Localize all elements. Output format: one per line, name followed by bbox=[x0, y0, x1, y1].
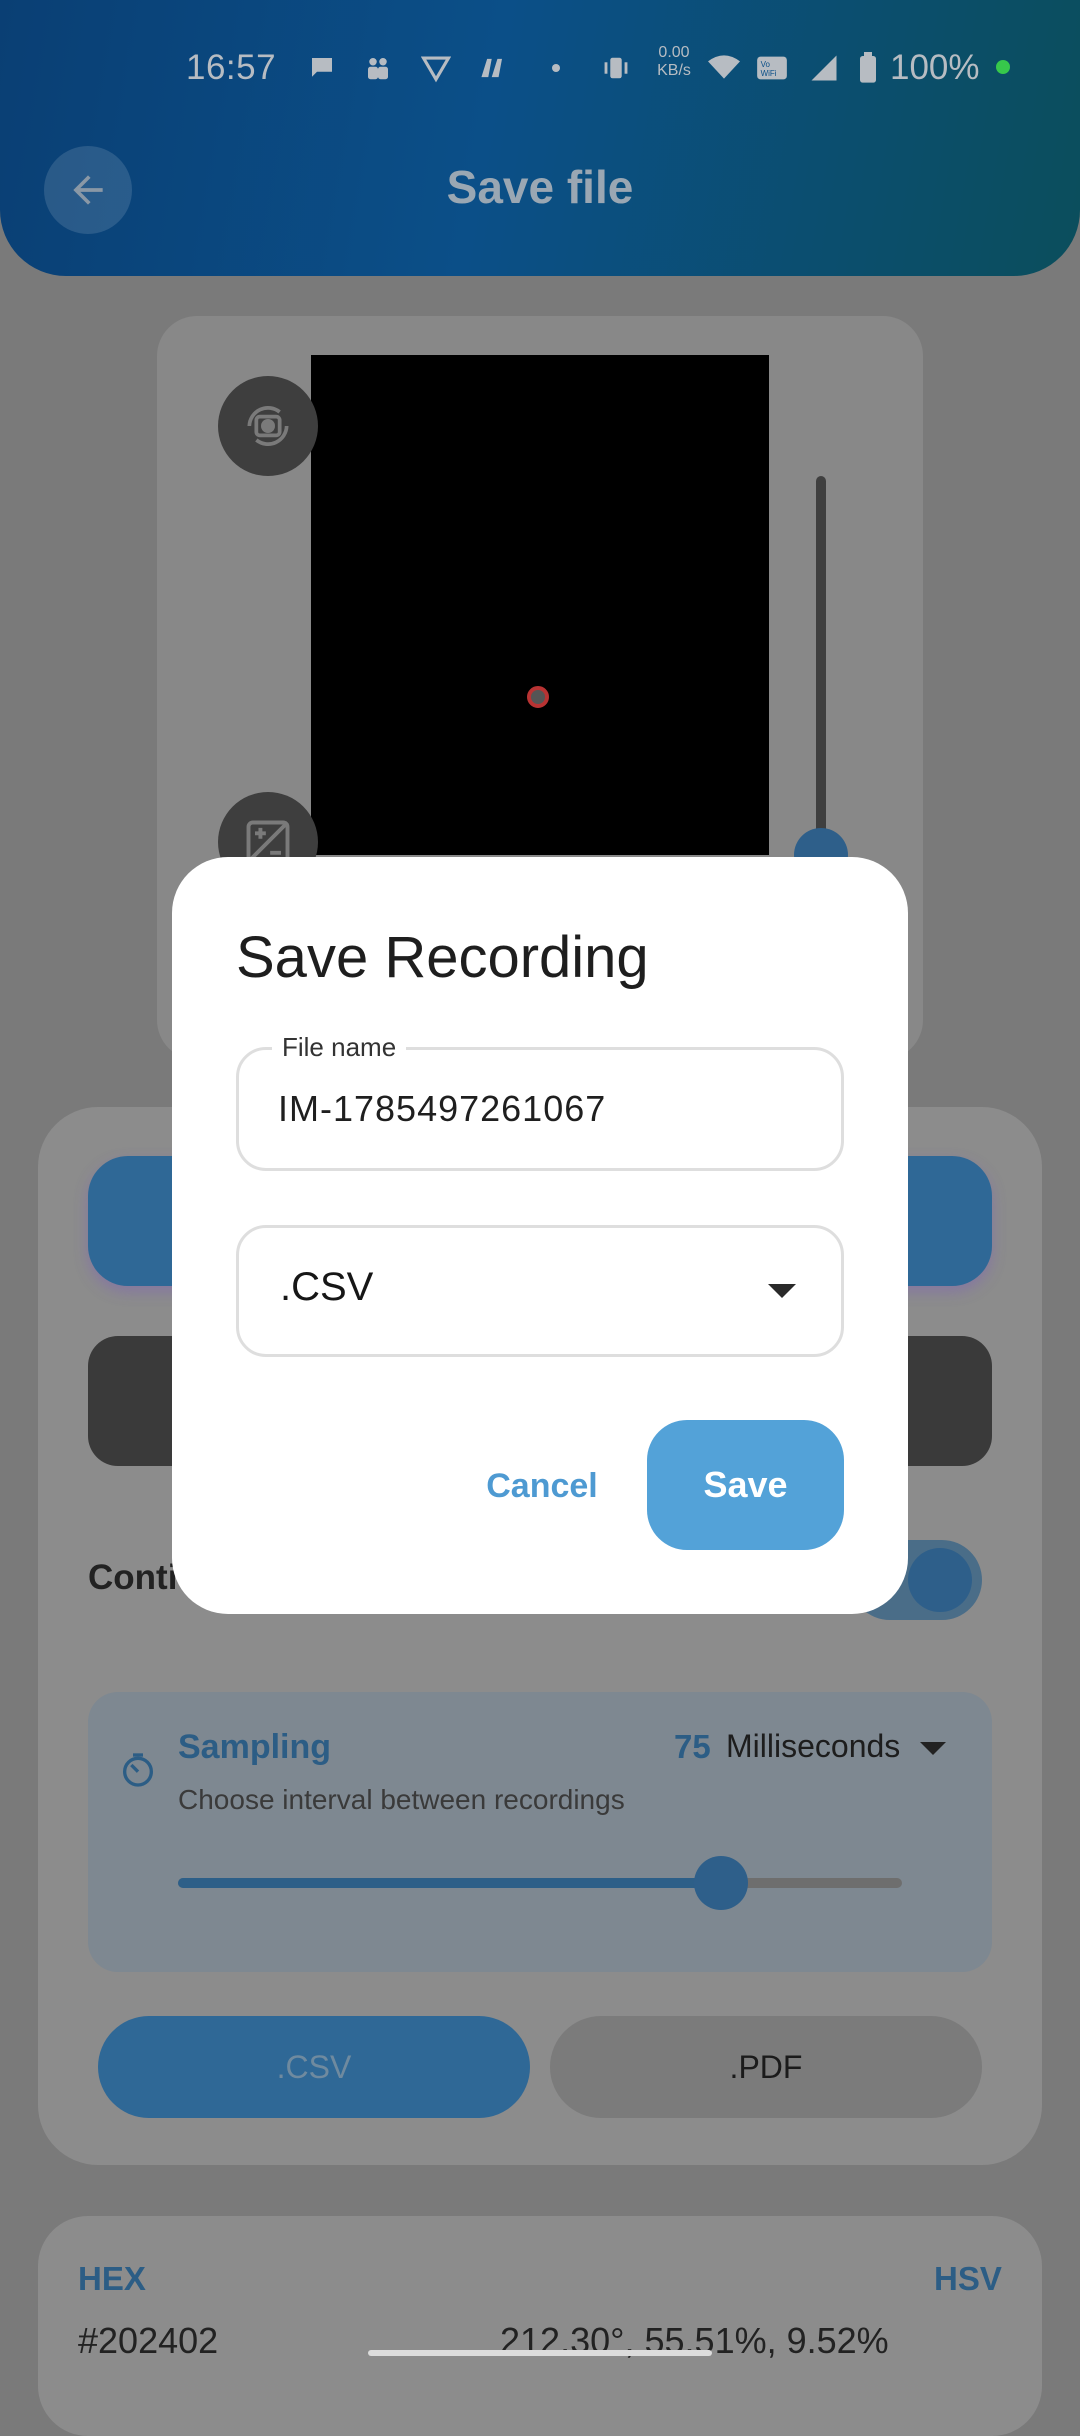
svg-text:WiFi: WiFi bbox=[761, 69, 777, 78]
sampling-description: Choose interval between recordings bbox=[178, 1784, 625, 1815]
dialog-title: Save Recording bbox=[236, 925, 649, 990]
dot-icon bbox=[540, 52, 572, 84]
continuous-toggle-knob[interactable] bbox=[908, 1548, 972, 1612]
wifi-icon bbox=[708, 52, 740, 84]
chevron-down-icon[interactable] bbox=[920, 1742, 946, 1755]
file-name-input[interactable] bbox=[278, 1084, 818, 1134]
net-speed: 0.00 KB/s bbox=[652, 44, 696, 80]
battery-percentage: 100% bbox=[890, 48, 980, 87]
net-speed-value: 0.00 bbox=[658, 44, 690, 61]
format-csv-button[interactable]: .CSV bbox=[98, 2016, 530, 2118]
continuous-label: Conti bbox=[88, 1558, 178, 1597]
sampling-unit-dropdown[interactable]: Milliseconds bbox=[726, 1728, 900, 1765]
battery-icon bbox=[852, 52, 884, 84]
format-select-value: .CSV bbox=[280, 1265, 374, 1309]
net-speed-unit: KB/s bbox=[657, 62, 691, 79]
people-icon bbox=[362, 52, 394, 84]
format-pdf-button[interactable]: .PDF bbox=[550, 2016, 982, 2118]
camera-rotate-icon bbox=[247, 406, 289, 446]
zoom-slider-track[interactable] bbox=[816, 476, 826, 856]
app-icon bbox=[478, 52, 510, 84]
chat-icon bbox=[306, 52, 338, 84]
hsv-label: HSV bbox=[934, 2260, 1002, 2297]
chevron-down-icon[interactable] bbox=[768, 1284, 796, 1298]
home-indicator[interactable] bbox=[368, 2350, 712, 2356]
crosshair-marker bbox=[527, 686, 549, 708]
file-name-label: File name bbox=[272, 1032, 407, 1063]
vowifi-icon: Vo WiFi bbox=[756, 52, 788, 84]
sampling-value: 75 bbox=[674, 1728, 711, 1765]
sampling-title: Sampling bbox=[178, 1728, 332, 1766]
save-button[interactable]: Save bbox=[647, 1420, 844, 1550]
page-title: Save file bbox=[446, 161, 634, 213]
sampling-slider-fill bbox=[178, 1878, 721, 1888]
svg-text:Vo: Vo bbox=[761, 60, 771, 69]
privacy-dot bbox=[996, 60, 1010, 74]
cancel-button[interactable]: Cancel bbox=[462, 1446, 622, 1526]
hex-value: #202402 bbox=[78, 2320, 219, 2361]
status-bar: 16:57 0.00 KB/s Vo WiFi 100% bbox=[0, 38, 1080, 98]
status-time: 16:57 bbox=[186, 48, 277, 87]
signal-icon bbox=[808, 52, 840, 84]
vibrate-icon bbox=[600, 52, 632, 84]
rotate-camera-button[interactable] bbox=[218, 376, 318, 476]
hex-label: HEX bbox=[78, 2260, 146, 2297]
vpn-icon bbox=[420, 52, 452, 84]
sampling-slider-thumb[interactable] bbox=[694, 1856, 748, 1910]
camera-preview[interactable] bbox=[311, 355, 769, 855]
timer-icon bbox=[118, 1750, 158, 1790]
